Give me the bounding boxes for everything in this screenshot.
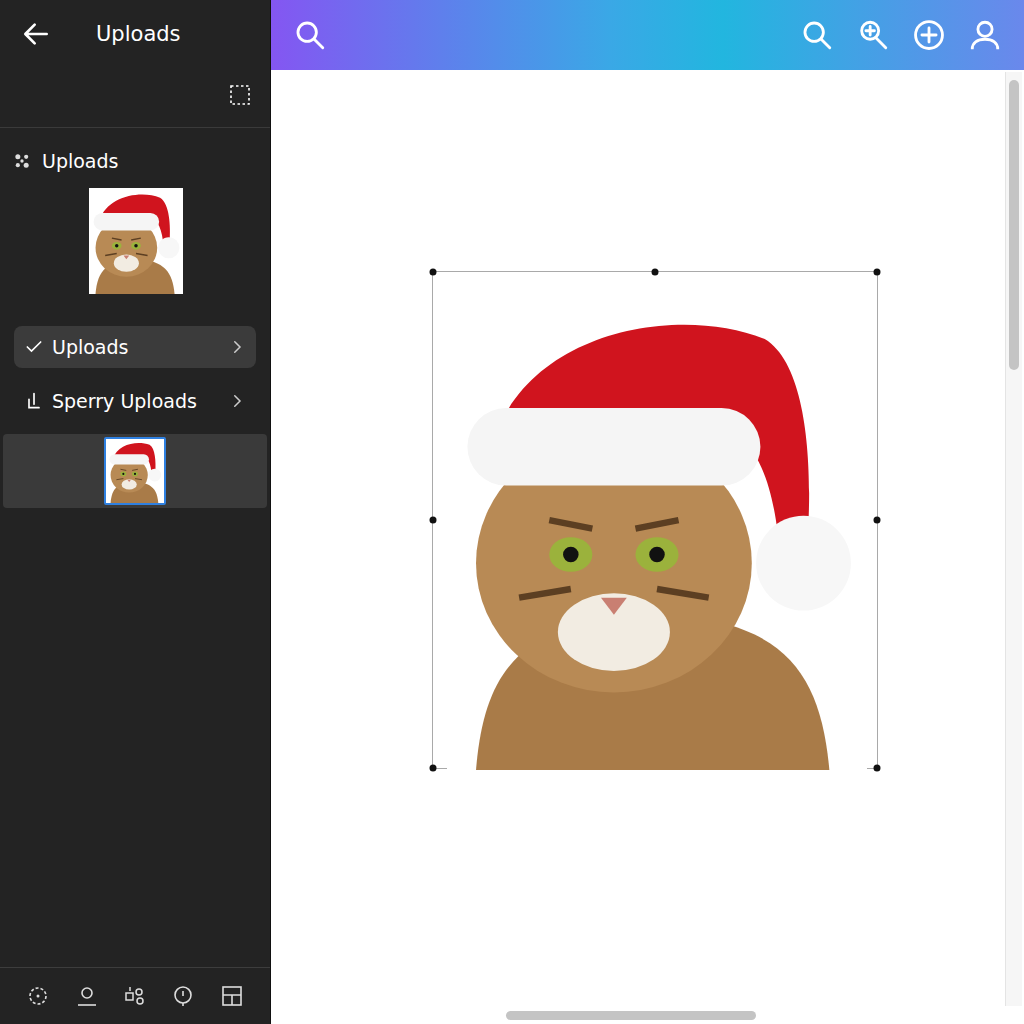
user-icon[interactable]: [968, 18, 1002, 52]
file-thumbnail[interactable]: [104, 437, 166, 505]
add-icon[interactable]: [912, 18, 946, 52]
sparkle-icon: [12, 151, 32, 171]
section-header: Uploads: [0, 128, 270, 184]
sidebar: Uploads Uploads Uploads Sperry Uploads: [0, 0, 271, 1024]
back-arrow-icon[interactable]: [20, 18, 52, 50]
cat-photo: [106, 439, 164, 503]
sidebar-header: Uploads: [0, 0, 270, 68]
canvas-image[interactable]: [432, 271, 878, 769]
resize-handle[interactable]: [430, 269, 437, 276]
folder-item[interactable]: Uploads: [14, 326, 256, 368]
design-canvas[interactable]: [271, 70, 1024, 1024]
horizontal-scrollbar[interactable]: [506, 1011, 756, 1020]
resize-handle[interactable]: [874, 269, 881, 276]
check-icon: [24, 337, 44, 357]
tool-row: [0, 68, 270, 128]
resize-handle[interactable]: [874, 517, 881, 524]
search-icon[interactable]: [293, 18, 327, 52]
vertical-scrollbar[interactable]: [1005, 72, 1022, 1006]
search-icon[interactable]: [800, 18, 834, 52]
resize-handle[interactable]: [430, 517, 437, 524]
resize-handle[interactable]: [874, 765, 881, 772]
file-row[interactable]: [3, 434, 267, 508]
cat-photo: [447, 296, 867, 770]
editor-main: [271, 0, 1024, 1024]
upload-thumbnail[interactable]: [89, 188, 183, 294]
elements-icon[interactable]: [123, 984, 147, 1008]
bottom-toolbar: [0, 967, 270, 1024]
chevron-right-icon: [228, 338, 246, 356]
folder-label: Uploads: [52, 336, 220, 358]
sidebar-title: Uploads: [96, 22, 181, 46]
chevron-right-icon: [228, 392, 246, 410]
folder-list: Uploads Sperry Uploads: [0, 294, 270, 434]
layout-icon[interactable]: [220, 984, 244, 1008]
person-icon[interactable]: [75, 984, 99, 1008]
cat-photo: [89, 188, 183, 294]
folder-label: Sperry Uploads: [52, 390, 220, 412]
section-label: Uploads: [42, 150, 118, 172]
editor-app: Uploads Uploads Uploads Sperry Uploads: [0, 0, 1024, 1024]
upload-icon: [24, 391, 44, 411]
resize-handle[interactable]: [430, 765, 437, 772]
zoom-icon[interactable]: [856, 18, 890, 52]
top-bar: [271, 0, 1024, 70]
folder-item[interactable]: Sperry Uploads: [14, 380, 256, 422]
pin-icon[interactable]: [171, 984, 195, 1008]
select-icon[interactable]: [228, 83, 252, 107]
target-icon[interactable]: [26, 984, 50, 1008]
scrollbar-thumb[interactable]: [1009, 80, 1019, 370]
resize-handle[interactable]: [652, 269, 659, 276]
